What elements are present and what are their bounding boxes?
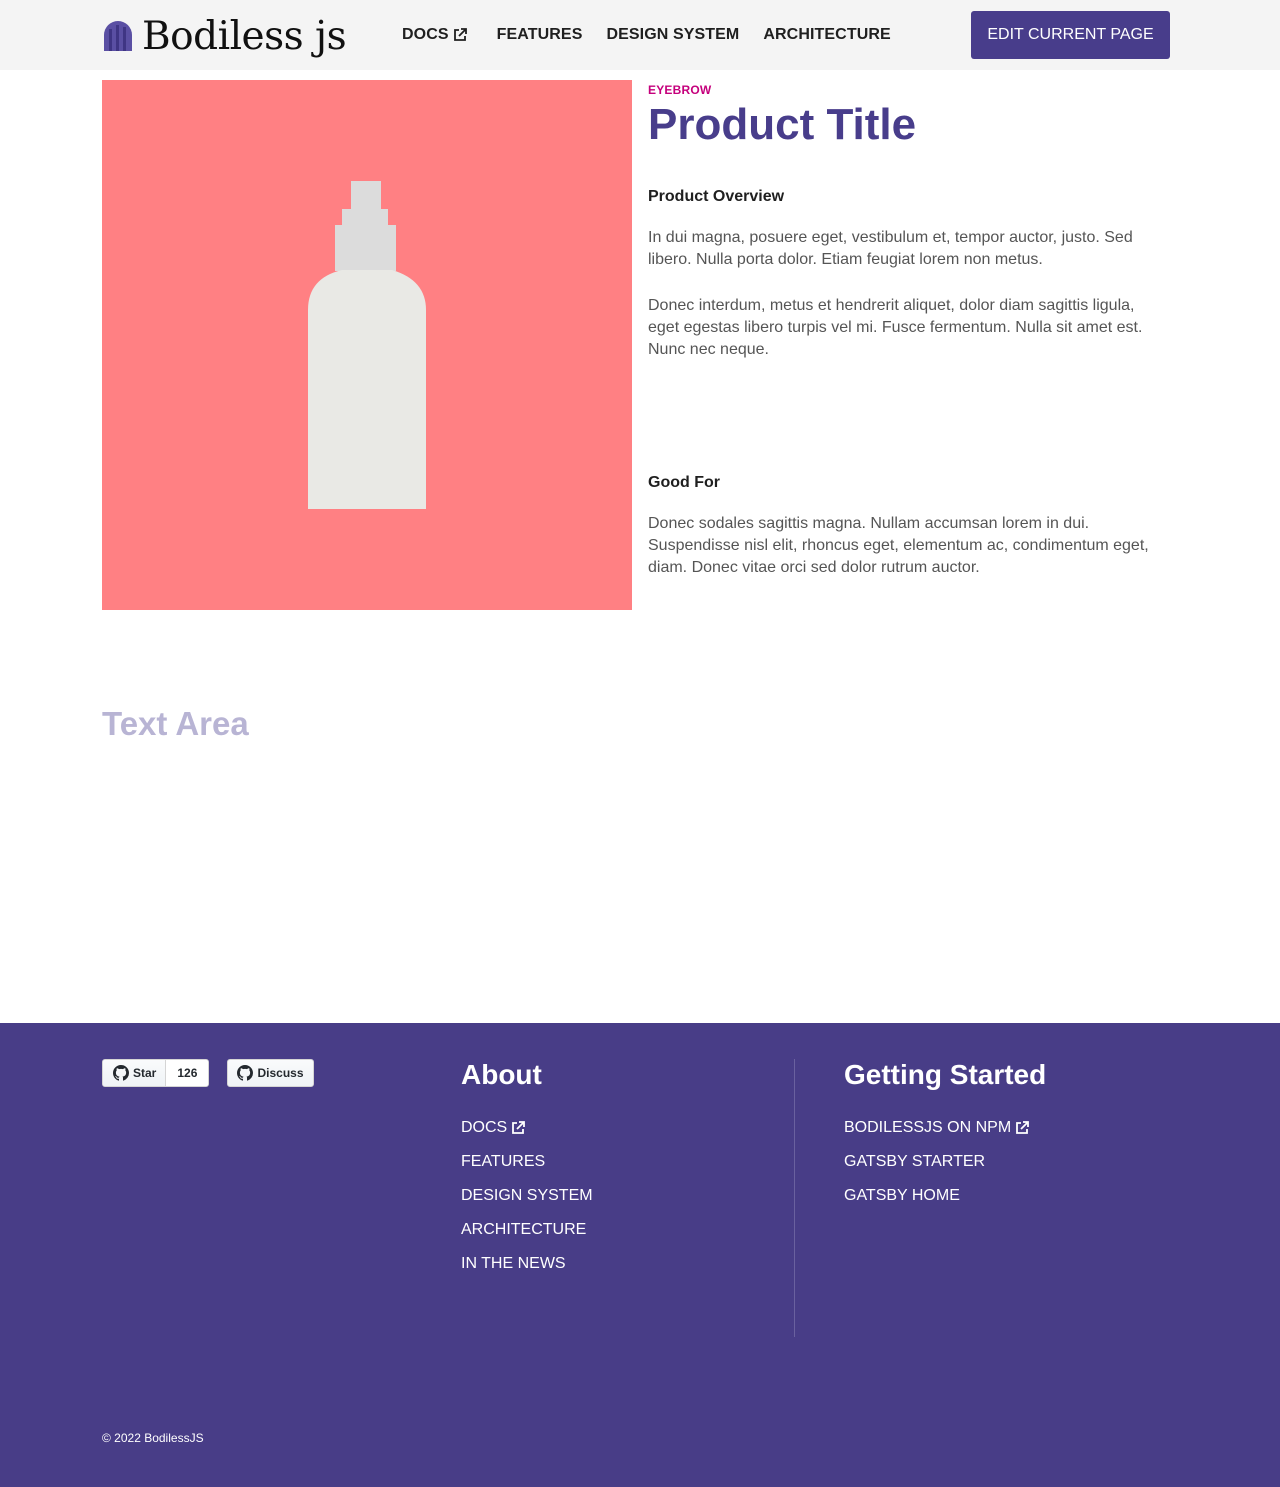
spray-bottle-icon (308, 181, 426, 509)
list-item: IN THE NEWS (461, 1247, 593, 1281)
bodiless-logo-icon (104, 21, 132, 51)
github-discuss-button[interactable]: Discuss (227, 1059, 314, 1087)
footer-about-heading: About (461, 1059, 542, 1090)
list-item: FEATURES (461, 1145, 593, 1179)
product-title: Product Title (648, 100, 917, 149)
github-icon (113, 1065, 129, 1081)
text-area-placeholder[interactable]: Text Area (102, 705, 249, 743)
external-link-icon (453, 28, 467, 41)
nav-item-features[interactable]: FEATURES (497, 26, 583, 44)
edit-current-page-button[interactable]: EDIT CURRENT PAGE (971, 11, 1170, 59)
nav-item-design-system[interactable]: DESIGN SYSTEM (606, 26, 739, 44)
overview-paragraph: Donec interdum, metus et hendrerit aliqu… (648, 297, 1143, 358)
footer-about-links: DOCS FEATURES DESIGN SYSTEM ARCHITECTURE… (461, 1111, 593, 1281)
overview-paragraph: In dui magna, posuere eget, vestibulum e… (648, 229, 1133, 268)
footer-getting-started-column: Getting Started BODILESSJS ON NPM GATSBY… (844, 1059, 1046, 1213)
github-star-button[interactable]: Star (103, 1060, 167, 1086)
footer-getting-started-heading: Getting Started (844, 1059, 1047, 1090)
site-footer: Star 126 Discuss About DOCS FEATURES DES… (0, 1023, 1280, 1487)
footer-divider (794, 1059, 795, 1337)
list-item: GATSBY STARTER (844, 1145, 1046, 1179)
github-icon (237, 1065, 254, 1081)
footer-link-gatsby-home[interactable]: GATSBY HOME (844, 1187, 960, 1205)
product-image (102, 80, 632, 610)
copyright: © 2022 BodilessJS (102, 1431, 204, 1445)
list-item: ARCHITECTURE (461, 1213, 593, 1247)
list-item: BODILESSJS ON NPM (844, 1111, 1046, 1145)
good-for-paragraph: Donec sodales sagittis magna. Nullam acc… (648, 515, 1149, 576)
footer-link-gatsby-starter[interactable]: GATSBY STARTER (844, 1153, 985, 1171)
footer-link-in-the-news[interactable]: IN THE NEWS (461, 1255, 566, 1273)
list-item: GATSBY HOME (844, 1179, 1046, 1213)
good-for-heading: Good For (648, 474, 720, 491)
eyebrow: EYEBROW (648, 83, 712, 97)
footer-link-features[interactable]: FEATURES (461, 1153, 545, 1171)
github-star-widget: Star 126 (102, 1059, 210, 1087)
footer-link-npm[interactable]: BODILESSJS ON NPM (844, 1119, 1030, 1137)
github-discuss-label: Discuss (257, 1066, 304, 1080)
nav-item-label: DOCS (402, 26, 449, 43)
footer-link-design-system[interactable]: DESIGN SYSTEM (461, 1187, 593, 1205)
logo-link[interactable]: Bodiless js (102, 12, 347, 60)
footer-about-column: About DOCS FEATURES DESIGN SYSTEM ARCHIT… (461, 1059, 593, 1281)
footer-link-architecture[interactable]: ARCHITECTURE (461, 1221, 586, 1239)
footer-getting-started-links: BODILESSJS ON NPM GATSBY STARTER GATSBY … (844, 1111, 1046, 1213)
footer-link-label: DOCS (461, 1119, 508, 1136)
logo-text: Bodiless js (142, 13, 347, 59)
nav-item-docs[interactable]: DOCS (402, 26, 467, 44)
external-link-icon (512, 1121, 526, 1134)
footer-link-docs[interactable]: DOCS (461, 1119, 526, 1137)
site-header: Bodiless js DOCS FEATURES DESIGN SYSTEM … (0, 0, 1280, 70)
list-item: DOCS (461, 1111, 593, 1145)
nav-item-architecture[interactable]: ARCHITECTURE (763, 26, 890, 44)
main-nav: DOCS FEATURES DESIGN SYSTEM ARCHITECTURE (402, 0, 915, 70)
github-star-count[interactable]: 126 (166, 1060, 209, 1086)
list-item: DESIGN SYSTEM (461, 1179, 593, 1213)
footer-link-label: BODILESSJS ON NPM (844, 1119, 1012, 1136)
github-star-label: Star (133, 1066, 157, 1080)
external-link-icon (1016, 1121, 1030, 1134)
product-overview-heading: Product Overview (648, 188, 785, 205)
product-info: EYEBROW Product Title Product Overview I… (648, 80, 1170, 576)
